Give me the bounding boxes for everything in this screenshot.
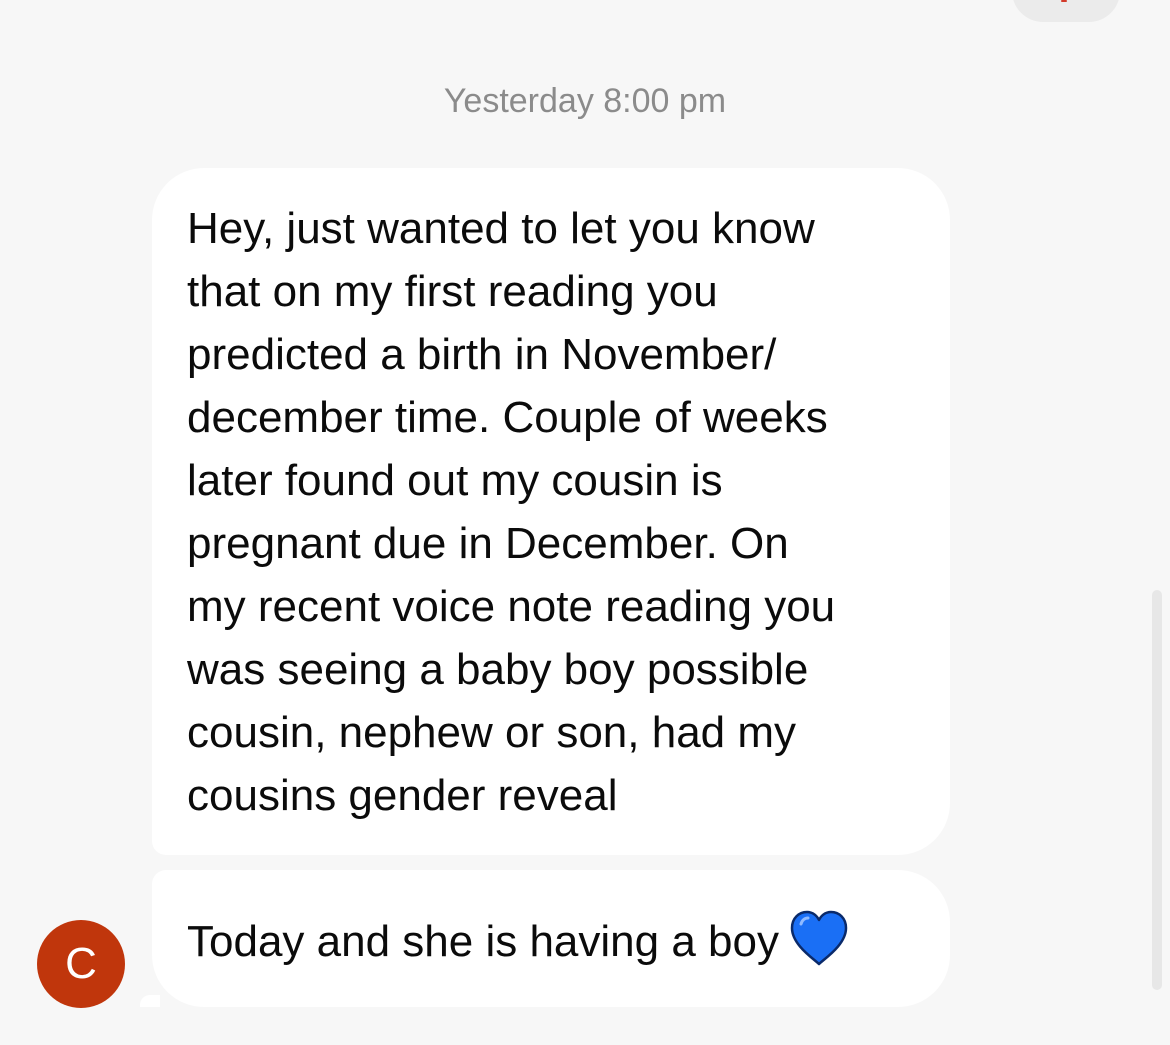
message-line: Hey, just wanted to let you know	[187, 204, 815, 253]
reaction-indicator	[1061, 0, 1067, 2]
message-timestamp: Yesterday 8:00 pm	[443, 82, 727, 120]
avatar[interactable]: C	[37, 920, 125, 1008]
message-line: was seeing a baby boy possible	[187, 645, 809, 694]
incoming-message-bubble[interactable]: Today and she is having a boy	[152, 870, 950, 1007]
message-line: predicted a birth in November/	[187, 330, 777, 379]
message-line: that on my first reading you	[187, 267, 718, 316]
message-line: cousin, nephew or son, had my	[187, 708, 797, 757]
blue-heart-icon	[789, 910, 849, 982]
message-line: december time. Couple of weeks	[187, 393, 828, 442]
message-line: later found out my cousin is	[187, 456, 723, 505]
message-line: Today and she is having a boy	[187, 910, 930, 982]
previous-message-bubble[interactable]	[1012, 0, 1120, 22]
bubble-tail	[140, 995, 160, 1007]
message-line: pregnant due in December. On	[187, 519, 789, 568]
incoming-message-bubble[interactable]: Hey, just wanted to let you know that on…	[152, 168, 950, 855]
message-line: cousins gender reveal	[187, 771, 618, 820]
message-text: Today and she is having a boy	[187, 917, 779, 966]
scrollbar[interactable]	[1152, 590, 1162, 990]
message-line: my recent voice note reading you	[187, 582, 836, 631]
